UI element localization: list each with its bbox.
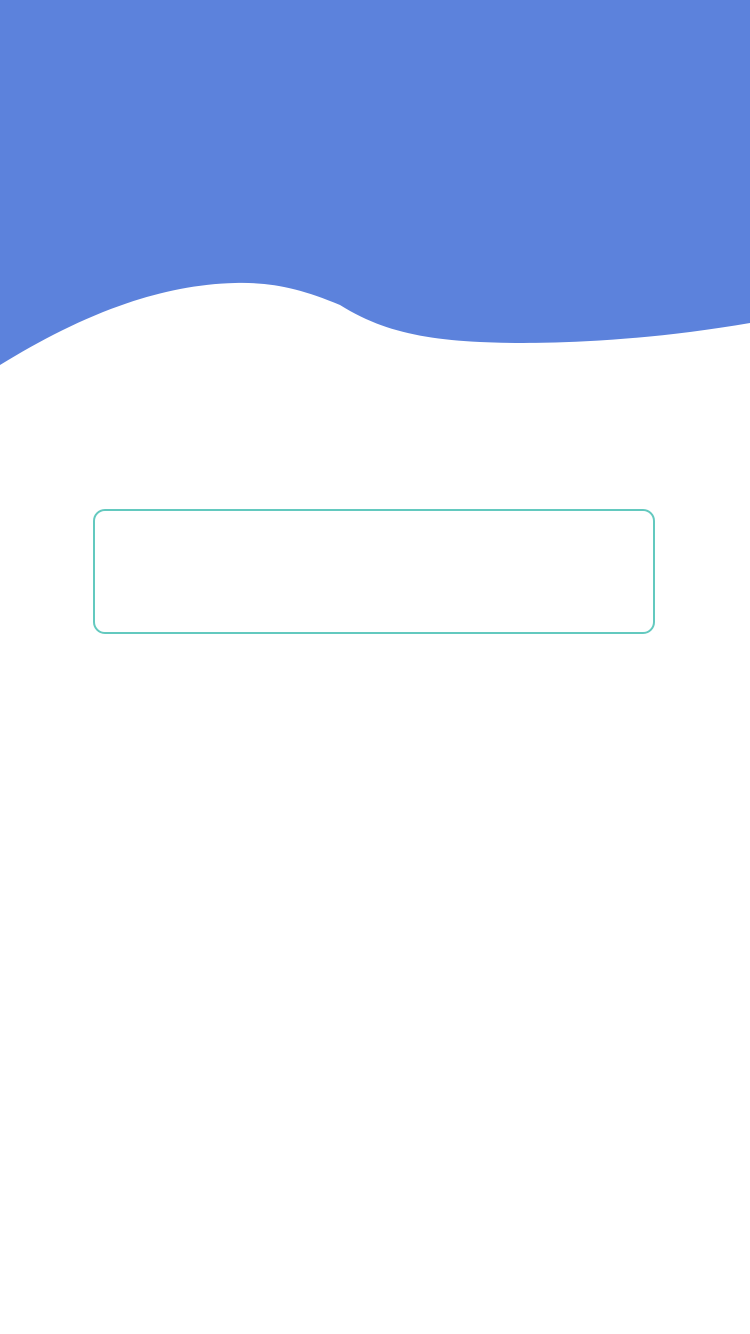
text-input[interactable]: [95, 511, 653, 632]
header-wave-shape: [0, 0, 750, 365]
header-wave-background: [0, 0, 750, 365]
text-input-container[interactable]: [93, 509, 655, 634]
